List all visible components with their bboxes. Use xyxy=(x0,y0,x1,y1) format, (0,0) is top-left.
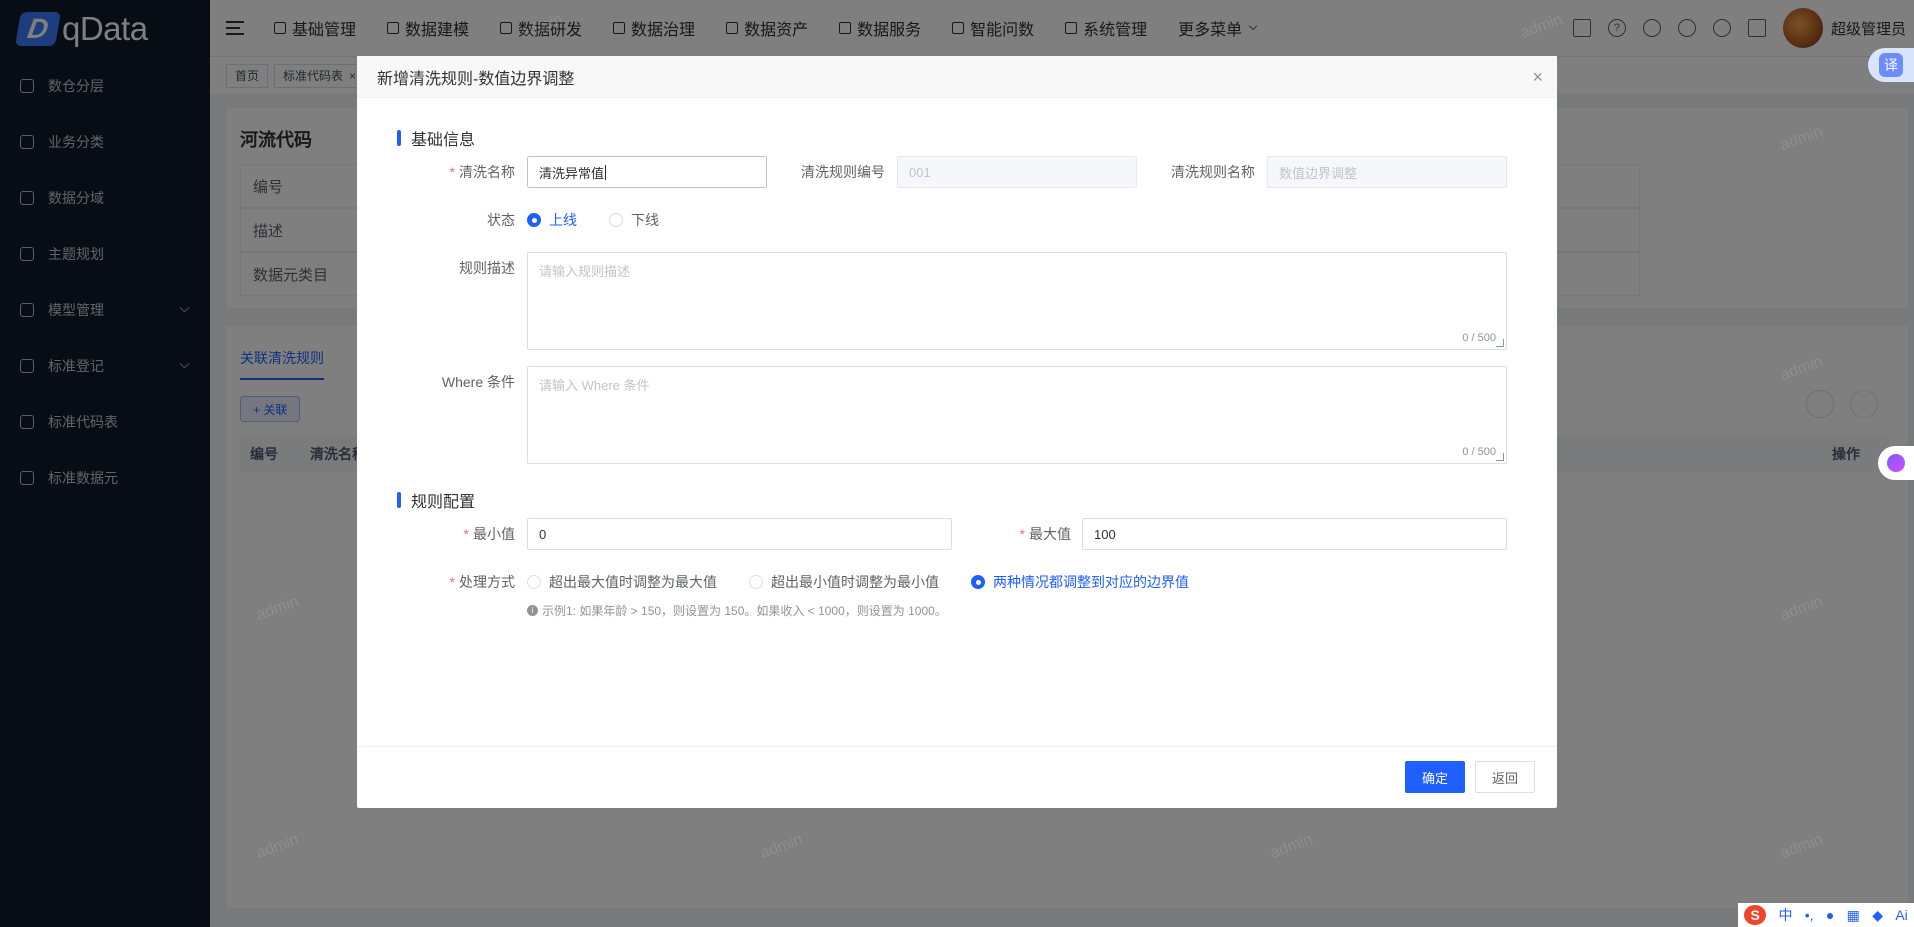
mode-both-radio[interactable]: 两种情况都调整到对应的边界值 xyxy=(971,566,1189,598)
dialog-title: 新增清洗规则-数值边界调整 xyxy=(377,70,575,88)
watermark: admin xyxy=(254,593,302,624)
translate-label: 译 xyxy=(1879,53,1903,77)
watermark: admin xyxy=(1778,593,1826,624)
max-label: * 最大值 xyxy=(957,518,1071,550)
text-caret xyxy=(605,164,607,180)
radio-label: 两种情况都调整到对应的边界值 xyxy=(993,574,1189,590)
confirm-button[interactable]: 确定 xyxy=(1405,761,1465,793)
watermark: admin xyxy=(518,11,566,42)
watermark: admin xyxy=(1778,123,1826,154)
ime-punctuation-icon[interactable]: •, xyxy=(1805,907,1814,923)
add-rule-dialog: 新增清洗规则-数值边界调整 × 基础信息 * 清洗名称 清洗异常值 清洗规则编号 … xyxy=(357,56,1557,808)
section-bar xyxy=(397,492,401,508)
min-value-input[interactable]: 0 xyxy=(527,518,952,550)
mode-hint: i 示例1: 如果年龄 > 150，则设置为 150。如果收入 < 1000，则设… xyxy=(527,602,947,619)
clean-name-input[interactable]: 清洗异常值 xyxy=(527,156,767,188)
required-mark: * xyxy=(449,164,455,180)
rule-code-input[interactable]: 001 xyxy=(897,156,1137,188)
max-value-input[interactable]: 100 xyxy=(1082,518,1507,550)
required-mark: * xyxy=(1019,526,1025,542)
rule-code-label: 清洗规则编号 xyxy=(801,164,885,180)
watermark: admin xyxy=(758,831,806,862)
radio-dot xyxy=(527,213,541,227)
section-title: 基础信息 xyxy=(411,132,476,149)
ime-toolbar: S 中 •, ● ▦ ◆ Ai xyxy=(1738,903,1914,927)
radio-dot xyxy=(749,575,763,589)
translate-float-button[interactable]: 译 xyxy=(1868,48,1914,82)
resize-handle[interactable] xyxy=(1496,453,1504,461)
info-icon: i xyxy=(527,605,538,616)
skin-icon[interactable]: ◆ xyxy=(1872,907,1883,924)
watermark: admin xyxy=(1778,831,1826,862)
dialog-header: 新增清洗规则-数值边界调整 xyxy=(357,56,1557,98)
resize-handle[interactable] xyxy=(1496,339,1504,347)
section-bar xyxy=(397,130,401,146)
section-basic-info: 基础信息 xyxy=(397,126,475,150)
rule-name-label: 清洗规则名称 xyxy=(1171,164,1255,180)
min-label: * 最小值 xyxy=(397,518,515,550)
radio-label: 下线 xyxy=(631,212,659,228)
radio-dot xyxy=(971,575,985,589)
status-label: 状态 xyxy=(487,212,515,228)
status-offline-radio[interactable]: 下线 xyxy=(609,204,659,236)
input-value: 清洗异常值 xyxy=(539,165,605,181)
radio-label: 上线 xyxy=(549,212,577,228)
microphone-icon[interactable]: ● xyxy=(1826,907,1834,923)
section-title: 规则配置 xyxy=(411,494,476,511)
hint-text: 示例1: 如果年龄 > 150，则设置为 150。如果收入 < 1000，则设置… xyxy=(542,604,947,618)
mode-max-radio[interactable]: 超出最大值时调整为最大值 xyxy=(527,566,717,598)
label-text: 清洗名称 xyxy=(459,164,515,180)
textarea-placeholder: 请输入 Where 条件 xyxy=(539,378,650,393)
ime-lang[interactable]: 中 xyxy=(1778,905,1792,925)
textarea-placeholder: 请输入规则描述 xyxy=(539,264,631,279)
radio-dot xyxy=(527,575,541,589)
assistant-float-button[interactable] xyxy=(1878,446,1914,480)
status-online-radio[interactable]: 上线 xyxy=(527,204,577,236)
char-counter: 0 / 500 xyxy=(1462,446,1496,458)
watermark: admin xyxy=(1518,11,1566,42)
watermark: admin xyxy=(1268,831,1316,862)
char-counter: 0 / 500 xyxy=(1462,332,1496,344)
watermark: admin xyxy=(1778,353,1826,384)
required-mark: * xyxy=(463,526,469,542)
section-rule-config: 规则配置 xyxy=(397,488,475,512)
description-textarea[interactable]: 请输入规则描述 0 / 500 xyxy=(527,252,1507,350)
description-label: 规则描述 xyxy=(459,260,515,276)
mode-min-radio[interactable]: 超出最小值时调整为最小值 xyxy=(749,566,939,598)
assistant-icon xyxy=(1887,454,1905,472)
rule-name-input[interactable]: 数值边界调整 xyxy=(1267,156,1507,188)
required-mark: * xyxy=(449,574,455,590)
clean-name-label: * 清洗名称 xyxy=(397,156,515,188)
where-textarea[interactable]: 请输入 Where 条件 0 / 500 xyxy=(527,366,1507,464)
radio-label: 超出最小值时调整为最小值 xyxy=(771,574,939,590)
radio-dot xyxy=(609,213,623,227)
label-text: 最小值 xyxy=(473,526,515,542)
label-text: 处理方式 xyxy=(459,574,515,590)
watermark: admin xyxy=(254,831,302,862)
ime-ai[interactable]: Ai xyxy=(1895,907,1907,923)
mode-label: * 处理方式 xyxy=(397,566,515,598)
back-button[interactable]: 返回 xyxy=(1475,761,1535,793)
ime-logo-icon[interactable]: S xyxy=(1744,905,1767,925)
label-text: 最大值 xyxy=(1029,526,1071,542)
dialog-footer: 确定 返回 xyxy=(357,746,1557,808)
radio-label: 超出最大值时调整为最大值 xyxy=(549,574,717,590)
keyboard-icon[interactable]: ▦ xyxy=(1847,907,1860,924)
close-icon[interactable]: × xyxy=(1532,68,1543,86)
where-label: Where 条件 xyxy=(441,374,515,390)
